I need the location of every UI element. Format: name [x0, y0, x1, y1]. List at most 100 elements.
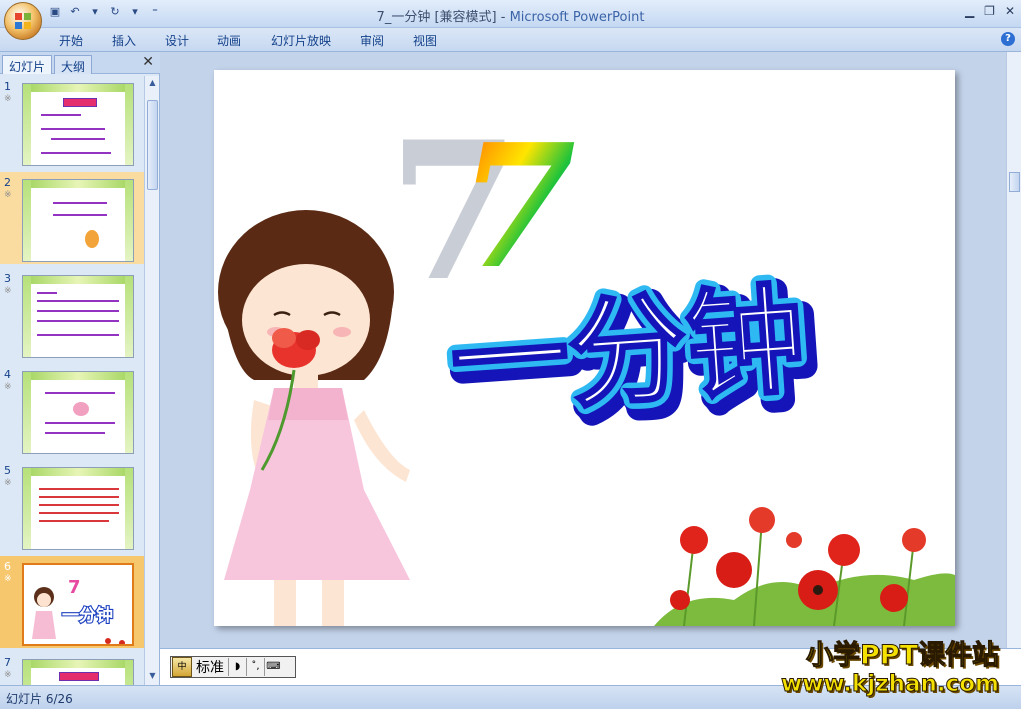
soft-keyboard-icon[interactable]: ⌨ [264, 658, 282, 676]
tab-home[interactable]: 开始 [59, 32, 83, 49]
punctuation-icon[interactable]: ˚, [246, 658, 264, 676]
svg-text:一分钟: 一分钟 [62, 605, 113, 626]
slide-number: 4 [4, 368, 11, 381]
scroll-up-icon[interactable]: ▲ [147, 78, 158, 90]
animation-mark: ※ [4, 190, 12, 200]
text-line [53, 202, 107, 204]
slide-position: 幻灯片 6/26 [6, 692, 73, 706]
tab-outline[interactable]: 大纲 [54, 55, 93, 74]
window-controls: ▁ ❐ ✕ [965, 4, 1015, 18]
slide-thumbnail-6[interactable]: 6 ※ 7 一分钟 [0, 556, 144, 648]
help-icon[interactable]: ? [1001, 32, 1015, 46]
slide-preview [22, 275, 134, 358]
close-panel-icon[interactable]: ✕ [142, 54, 154, 70]
grass-decoration [125, 660, 133, 685]
office-button[interactable] [4, 2, 42, 40]
slide-editor: 7 7 一分钟 一分钟 一分钟 [160, 52, 1006, 648]
tab-insert[interactable]: 插入 [112, 32, 136, 49]
slide-thumbnail-4[interactable]: 4 ※ [0, 364, 144, 456]
grass-decoration [23, 84, 31, 165]
animation-mark: ※ [4, 478, 12, 488]
grass-decoration [125, 372, 133, 453]
animation-mark: ※ [4, 382, 12, 392]
title-separator: - [496, 10, 510, 25]
animation-mark: ※ [4, 670, 12, 680]
tab-animations[interactable]: 动画 [217, 32, 241, 49]
slide-preview-art: 7 一分钟 [32, 577, 125, 644]
grass-decoration [23, 276, 31, 357]
slide-preview [22, 659, 134, 685]
slide-number: 7 [4, 656, 11, 669]
banner-decoration [63, 98, 97, 107]
ribbon-tabs: 开始 插入 设计 动画 幻灯片放映 审阅 视图 ? [0, 28, 1021, 52]
girl-illustration [218, 210, 410, 626]
tab-slideshow[interactable]: 幻灯片放映 [271, 32, 331, 49]
title-bar: ▣ ↶ ▾ ↻ ▾ ⁼ 7_一分钟 [兼容模式] - Microsoft Pow… [0, 0, 1021, 28]
grass-decoration [23, 276, 133, 284]
current-slide[interactable]: 7 7 一分钟 一分钟 一分钟 [214, 70, 955, 626]
ime-toolbar[interactable]: 中 标准 ◗ ˚, ⌨ [170, 656, 296, 678]
slide-number: 5 [4, 464, 11, 477]
slide-preview [22, 467, 134, 550]
slides-panel: 幻灯片 大纲 ✕ 1 ※ 2 ※ 3 ※ 4 ※ 5 ※ 6 ※ 7 一分钟 7… [0, 52, 160, 685]
scroll-thumb[interactable] [1009, 172, 1020, 192]
slide-thumbnail-1[interactable]: 1 ※ [0, 76, 144, 168]
slide-thumbnail-7[interactable]: 7 ※ [0, 652, 144, 685]
grass-decoration [125, 276, 133, 357]
text-line [39, 488, 119, 490]
animation-mark: ※ [4, 94, 12, 104]
slide-canvas: 7 7 一分钟 一分钟 一分钟 [218, 100, 955, 626]
watermark: 小学PPT课件站 www.kjzhan.com [781, 639, 1000, 698]
text-line [41, 114, 81, 116]
ime-mode-label[interactable]: 标准 [196, 657, 224, 677]
animation-mark: ※ [4, 286, 12, 296]
scroll-thumb[interactable] [147, 100, 158, 190]
minimize-icon[interactable]: ▁ [965, 4, 974, 18]
scroll-down-icon[interactable]: ▼ [147, 671, 158, 683]
grass-decoration [23, 180, 31, 261]
text-line [37, 292, 57, 294]
text-line [53, 214, 107, 216]
watermark-line-2: www.kjzhan.com [781, 671, 1000, 698]
grass-decoration [125, 180, 133, 261]
egg-decoration [85, 230, 99, 248]
text-line [39, 496, 119, 498]
text-line [45, 392, 115, 394]
slide-number: 6 [4, 560, 11, 573]
half-width-icon[interactable]: ◗ [228, 658, 246, 676]
tab-review[interactable]: 审阅 [360, 32, 384, 49]
tab-slides[interactable]: 幻灯片 [2, 55, 53, 74]
slide-thumbnail-5[interactable]: 5 ※ [0, 460, 144, 552]
app-name: Microsoft PowerPoint [509, 10, 645, 25]
slide-thumbnails: 1 ※ 2 ※ 3 ※ 4 ※ 5 ※ 6 ※ 7 一分钟 7 ※ [0, 76, 144, 685]
close-icon[interactable]: ✕ [1005, 4, 1015, 18]
slide-title: 一分钟 一分钟 一分钟 [439, 263, 826, 451]
grass-decoration [23, 468, 133, 476]
tab-design[interactable]: 设计 [165, 32, 189, 49]
restore-icon[interactable]: ❐ [984, 4, 995, 18]
slide-preview [22, 179, 134, 262]
editor-scrollbar[interactable] [1006, 52, 1021, 648]
slide-thumbnail-2[interactable]: 2 ※ [0, 172, 144, 264]
slide-preview [22, 83, 134, 166]
text-line [37, 320, 119, 322]
grass-decoration [23, 372, 133, 380]
text-line [51, 138, 105, 140]
text-line [45, 432, 105, 434]
grass-decoration [125, 84, 133, 165]
grass-decoration [23, 660, 31, 685]
text-line [39, 512, 119, 514]
ime-logo-icon[interactable]: 中 [172, 657, 192, 677]
text-line [45, 422, 115, 424]
svg-text:一分钟: 一分钟 [446, 270, 809, 432]
thumbnails-scrollbar[interactable]: ▲ ▼ [144, 76, 159, 685]
svg-text:7: 7 [68, 577, 81, 598]
text-line [37, 334, 119, 336]
text-line [39, 504, 119, 506]
tab-view[interactable]: 视图 [413, 32, 437, 49]
grass-decoration [23, 180, 133, 188]
flowers-decoration [654, 507, 955, 626]
text-line [41, 152, 111, 154]
slide-thumbnail-3[interactable]: 3 ※ [0, 268, 144, 360]
slide-number: 3 [4, 272, 11, 285]
